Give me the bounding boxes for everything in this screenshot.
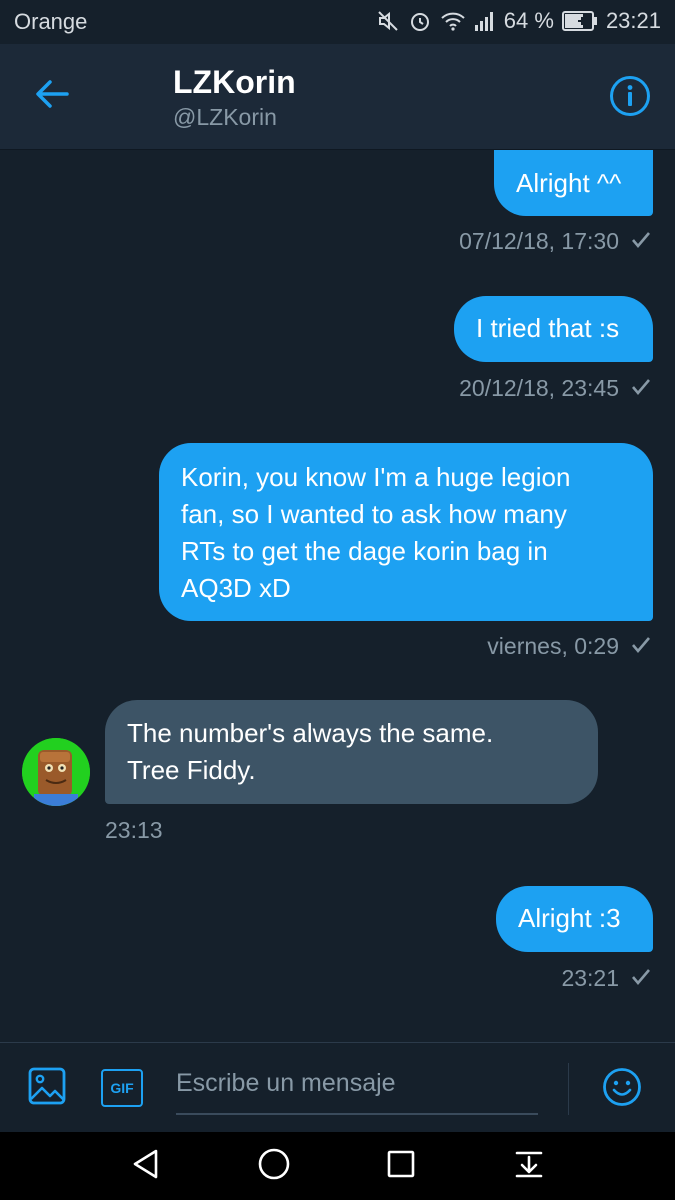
message-meta: viernes, 0:29 [487,633,651,660]
message-bubble-incoming[interactable]: The number's always the same. Tree Fiddy… [105,700,598,804]
mute-icon [376,9,400,33]
status-bar: Orange 64 % 23:21 [0,0,675,44]
message-text-line: The number's always the same. [127,718,494,748]
dm-screen: Orange 64 % 23:21 LZKorin @LZKorin Alrig… [0,0,675,1200]
message-text-line: Korin, you know I'm a huge legion [181,462,571,492]
message-bubble-outgoing[interactable]: I tried that :s [454,296,653,362]
battery-icon [561,10,598,32]
message-meta: 20/12/18, 23:45 [459,375,651,402]
battery-percent: 64 % [503,8,554,33]
message-bubble-outgoing[interactable]: Alright :3 [496,886,653,952]
message-bubble-outgoing[interactable]: Alright ^^ [494,150,653,216]
message-text: Alright ^^ [516,168,622,198]
message-text-line: AQ3D xD [181,573,291,603]
square-recents-icon [385,1148,417,1185]
avatar[interactable] [22,738,90,806]
message-meta: 07/12/18, 17:30 [459,228,651,255]
message-text-line: fan, so I wanted to ask how many [181,499,567,529]
message-bubble-outgoing[interactable]: Korin, you know I'm a huge legion fan, s… [159,443,653,621]
info-icon [609,75,651,122]
circle-home-icon [256,1146,292,1187]
message-text: Alright :3 [518,903,621,933]
nav-recents-button[interactable] [379,1144,423,1188]
message-text-line: Tree Fiddy. [127,755,256,785]
checkmark-icon [631,375,651,402]
message-text: I tried that :s [476,313,620,343]
message-meta: 23:21 [561,965,651,992]
nav-notifications-button[interactable] [507,1144,551,1188]
back-button[interactable] [30,74,74,118]
message-timestamp: 07/12/18, 17:30 [459,228,619,254]
message-input-placeholder: Escribe un mensaje [176,1069,396,1097]
status-icons: 64 % 23:21 [376,8,661,34]
conversation-handle[interactable]: @LZKorin [173,104,277,131]
system-nav-bar [0,1132,675,1200]
triangle-back-icon [129,1147,163,1186]
conversation-header: LZKorin @LZKorin [0,44,675,150]
checkmark-icon [631,965,651,992]
pull-down-icon [513,1148,545,1185]
checkmark-icon [631,228,651,255]
wifi-icon [440,9,466,33]
message-timestamp: 20/12/18, 23:45 [459,375,619,401]
signal-icon [474,10,496,32]
checkmark-icon [631,633,651,660]
emoji-icon [602,1067,642,1112]
image-icon [28,1067,66,1110]
carrier-label: Orange [14,9,88,34]
conversation-title[interactable]: LZKorin [173,64,296,101]
alarm-icon [408,9,432,33]
info-button[interactable] [606,74,654,122]
message-composer: GIF Escribe un mensaje [0,1042,675,1132]
message-timestamp: 23:21 [561,965,619,991]
message-meta: 23:13 [105,817,163,844]
message-timestamp: viernes, 0:29 [487,633,619,659]
message-text-line: RTs to get the dage korin bag in [181,536,548,566]
message-input[interactable]: Escribe un mensaje [176,1063,538,1115]
emoji-button[interactable] [600,1067,644,1111]
arrow-left-icon [35,79,69,114]
add-image-button[interactable] [26,1067,68,1109]
gif-icon: GIF [101,1069,143,1107]
gif-label: GIF [110,1080,134,1096]
nav-back-button[interactable] [124,1144,168,1188]
add-gif-button[interactable]: GIF [100,1068,144,1108]
nav-home-button[interactable] [252,1144,296,1188]
composer-divider [568,1063,569,1115]
clock: 23:21 [605,8,661,33]
message-timestamp: 23:13 [105,817,163,843]
